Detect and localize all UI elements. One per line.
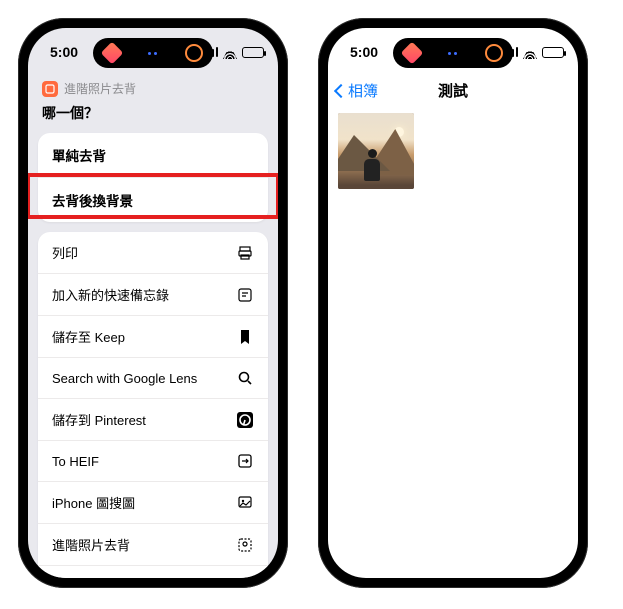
share-action[interactable]: iPhone 圖搜圖 [38, 481, 268, 523]
shortcut-choice[interactable]: 去背後換背景 [38, 177, 268, 222]
share-action[interactable]: 列印 [38, 232, 268, 273]
island-app-indicator [400, 42, 423, 65]
share-action-label: Search with Google Lens [52, 371, 197, 386]
island-ring-icon [485, 44, 503, 62]
battery-icon [242, 47, 264, 58]
back-button[interactable]: 相簿 [336, 80, 378, 101]
pinterest-icon [236, 411, 254, 429]
phone-left: 5:00 進階照片去背 哪一個？ 單純去背 去背後換背景 列印 [18, 18, 288, 588]
search-icon [236, 369, 254, 387]
screen-right: 5:00 相簿 測試 [328, 28, 578, 578]
share-action-label: 加 iPhone 設備浮水印 [52, 577, 178, 578]
share-action[interactable]: Search with Google Lens [38, 357, 268, 398]
wifi-icon [223, 45, 237, 59]
choices-wrapper: 單純去背 去背後換背景 [28, 133, 278, 222]
shortcut-app-label: 進階照片去背 [64, 80, 136, 97]
nav-bar: 相簿 測試 [328, 76, 578, 109]
back-label: 相簿 [348, 80, 378, 101]
chevron-left-icon [334, 83, 348, 97]
page-title: 測試 [438, 80, 468, 101]
phone-right: 5:00 相簿 測試 [318, 18, 588, 588]
shortcut-choices-card: 單純去背 去背後換背景 [38, 133, 268, 222]
status-time: 5:00 [350, 44, 378, 60]
status-time: 5:00 [50, 44, 78, 60]
convert-icon [236, 452, 254, 470]
dynamic-island [93, 38, 213, 68]
camera-icon [236, 578, 254, 579]
island-dots [448, 52, 457, 55]
share-actions-list: 列印 加入新的快速備忘錄 儲存至 Keep Search with Google… [38, 232, 268, 578]
shortcut-prompt-title: 哪一個？ [28, 103, 278, 133]
shortcut-choice[interactable]: 單純去背 [38, 133, 268, 177]
share-action[interactable]: 加 iPhone 設備浮水印 [38, 565, 268, 578]
share-action-label: 儲存到 Pinterest [52, 410, 146, 429]
share-action-label: iPhone 圖搜圖 [52, 493, 135, 512]
photo-grid [328, 109, 578, 193]
remove-bg-icon [236, 536, 254, 554]
note-add-icon [236, 286, 254, 304]
share-action[interactable]: 儲存到 Pinterest [38, 398, 268, 440]
image-search-icon [236, 494, 254, 512]
photo-thumbnail[interactable] [338, 113, 414, 189]
share-action-label: 列印 [52, 243, 78, 262]
share-action[interactable]: 加入新的快速備忘錄 [38, 273, 268, 315]
dynamic-island [393, 38, 513, 68]
share-action-label: 儲存至 Keep [52, 327, 125, 346]
bookmark-icon [236, 328, 254, 346]
share-action[interactable]: 儲存至 Keep [38, 315, 268, 357]
share-action-label: 進階照片去背 [52, 535, 130, 554]
share-action[interactable]: 進階照片去背 [38, 523, 268, 565]
island-app-indicator [100, 42, 123, 65]
share-action-label: 加入新的快速備忘錄 [52, 285, 169, 304]
shortcut-app-icon [42, 81, 58, 97]
island-ring-icon [185, 44, 203, 62]
island-dots [148, 52, 157, 55]
printer-icon [236, 244, 254, 262]
screen-left: 5:00 進階照片去背 哪一個？ 單純去背 去背後換背景 列印 [28, 28, 278, 578]
shortcut-header: 進階照片去背 [28, 76, 278, 103]
share-action[interactable]: To HEIF [38, 440, 268, 481]
battery-icon [542, 47, 564, 58]
wifi-icon [523, 45, 537, 59]
share-action-label: To HEIF [52, 454, 99, 469]
